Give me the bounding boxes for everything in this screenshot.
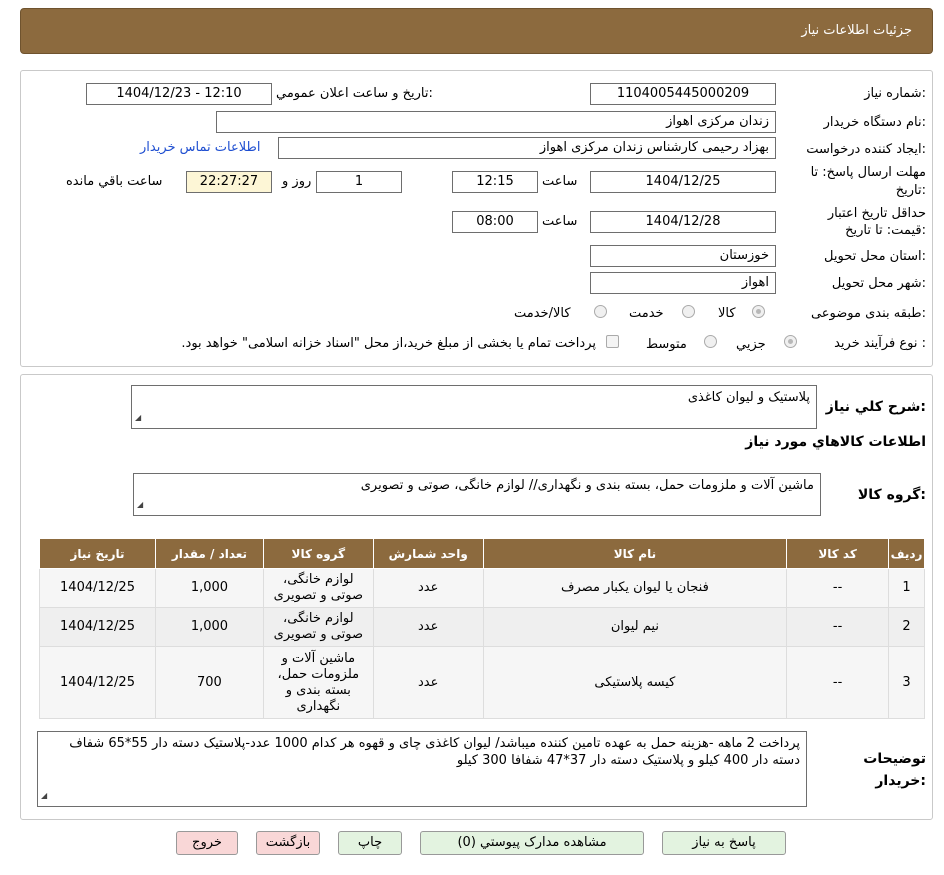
goods-group-textarea[interactable]: ماشین آلات و ملزومات حمل، بسته بندی و نگ… xyxy=(133,473,821,516)
buyer-notes-label: توضیحات خریدار: xyxy=(863,751,926,789)
city-label: شهر محل تحویل: xyxy=(831,276,926,291)
description-textarea[interactable]: پلاستیک و لیوان کاغذی ◢ xyxy=(131,385,817,429)
page-header: جزئیات اطلاعات نیاز xyxy=(20,8,933,54)
cell-date: 1404/12/25 xyxy=(39,607,156,647)
col-header-row-no: رديف xyxy=(888,538,925,569)
print-button[interactable]: چاپ xyxy=(338,831,402,855)
page-title: جزئیات اطلاعات نیاز xyxy=(801,23,912,38)
need-number-field: 1104005445000209 xyxy=(590,83,776,105)
goods-table: رديف کد کالا نام کالا واحد شمارش گروه کا… xyxy=(39,538,925,719)
category-option-service: خدمت xyxy=(629,306,664,321)
back-button[interactable]: بازگشت xyxy=(256,831,320,855)
cell-name: کیسه پلاستیکی xyxy=(482,646,788,719)
announce-label: تاریخ و ساعت اعلان عمومي: xyxy=(276,86,433,101)
city-field: اهواز xyxy=(590,272,776,294)
process-option-medium: متوسط xyxy=(646,337,687,352)
validity-time-label: ساعت xyxy=(542,214,578,229)
province-label: استان محل تحویل: xyxy=(824,249,926,264)
cell-qty: 1,000 xyxy=(155,568,264,608)
table-row: 3 -- کیسه پلاستیکی عدد ماشین آلات و ملزو… xyxy=(39,646,925,719)
contact-buyer-link[interactable]: اطلاعات تماس خریدار xyxy=(140,140,260,155)
announce-field: 1404/12/23 - 12:10 xyxy=(86,83,272,105)
col-header-group: گروه کالا xyxy=(262,538,374,569)
category-option-goods: کالا xyxy=(718,306,736,321)
cell-unit: عدد xyxy=(372,607,484,647)
category-radio-goods[interactable] xyxy=(752,305,765,318)
goods-group-label: گروه کالا: xyxy=(857,487,926,503)
deadline-date-field: 1404/12/25 xyxy=(590,171,776,193)
col-header-name: نام کالا xyxy=(482,538,788,569)
cell-row-no: 3 xyxy=(888,646,925,719)
payment-note: پرداخت تمام یا بخشی از مبلغ خرید،از محل … xyxy=(181,336,596,351)
resize-handle-icon[interactable]: ◢ xyxy=(137,496,143,513)
goods-section-title: اطلاعات کالاهاي مورد نياز xyxy=(745,434,926,450)
cell-code: -- xyxy=(786,568,890,608)
validity-time-field: 08:00 xyxy=(452,211,538,233)
table-header-row: رديف کد کالا نام کالا واحد شمارش گروه کا… xyxy=(39,538,925,569)
process-radio-minor[interactable] xyxy=(784,335,797,348)
cell-group: ماشین آلات و ملزومات حمل، بسته بندی و نگ… xyxy=(262,646,374,719)
buyer-org-label: نام دستگاه خریدار: xyxy=(823,115,926,130)
reply-button[interactable]: پاسخ به نياز xyxy=(662,831,786,855)
deadline-time-label: ساعت xyxy=(542,174,578,189)
category-radio-goods-service[interactable] xyxy=(594,305,607,318)
cell-qty: 700 xyxy=(155,646,264,719)
process-radio-medium[interactable] xyxy=(704,335,717,348)
process-option-minor: جزيي xyxy=(736,337,766,352)
category-label: طبقه بندی موضوعی: xyxy=(810,306,926,321)
buyer-org-field: زندان مرکزی اهواز xyxy=(216,111,776,133)
creator-field: بهزاد رحیمی کارشناس زندان مرکزی اهواز xyxy=(278,137,776,159)
deadline-label: مهلت ارسال پاسخ: تا تاریخ: xyxy=(810,165,926,198)
description-label: شرح کلي نياز: xyxy=(825,399,926,415)
days-remaining-field: 1 xyxy=(316,171,402,193)
deadline-time-field: 12:15 xyxy=(452,171,538,193)
remaining-time-field: 22:27:27 xyxy=(186,171,272,193)
col-header-unit: واحد شمارش xyxy=(372,538,484,569)
col-header-date: تاريخ نياز xyxy=(39,538,156,569)
exit-button[interactable]: خروج xyxy=(176,831,238,855)
cell-qty: 1,000 xyxy=(155,607,264,647)
cell-unit: عدد xyxy=(372,568,484,608)
resize-handle-icon[interactable]: ◢ xyxy=(135,409,141,426)
category-option-goods-service: کالا/خدمت xyxy=(514,306,571,321)
cell-code: -- xyxy=(786,607,890,647)
validity-label: حداقل تاريخ اعتبار قیمت: تا تاریخ: xyxy=(827,206,926,238)
cell-name: نیم لیوان xyxy=(482,607,788,647)
cell-date: 1404/12/25 xyxy=(39,568,156,608)
cell-group: لوازم خانگی، صوتی و تصویری xyxy=(262,607,374,647)
table-row: 1 -- فنجان یا لیوان یکبار مصرف عدد لوازم… xyxy=(39,568,925,608)
treasury-checkbox[interactable] xyxy=(606,335,619,348)
process-label: نوع فرآیند خرید : xyxy=(834,336,926,351)
cell-date: 1404/12/25 xyxy=(39,646,156,719)
view-attachments-button[interactable]: مشاهده مدارک پیوستي (0) xyxy=(420,831,644,855)
province-field: خوزستان xyxy=(590,245,776,267)
cell-row-no: 2 xyxy=(888,607,925,647)
buyer-notes-textarea[interactable]: پرداخت 2 ماهه -هزینه حمل به عهده تامین ک… xyxy=(37,731,807,807)
creator-label: ایجاد کننده درخواست: xyxy=(806,142,926,157)
cell-unit: عدد xyxy=(372,646,484,719)
cell-name: فنجان یا لیوان یکبار مصرف xyxy=(482,568,788,608)
category-radio-service[interactable] xyxy=(682,305,695,318)
col-header-code: کد کالا xyxy=(786,538,890,569)
col-header-qty: تعداد / مقدار xyxy=(155,538,264,569)
cell-group: لوازم خانگی، صوتی و تصویری xyxy=(262,568,374,608)
cell-row-no: 1 xyxy=(888,568,925,608)
resize-handle-icon[interactable]: ◢ xyxy=(41,787,47,804)
cell-code: -- xyxy=(786,646,890,719)
validity-date-field: 1404/12/28 xyxy=(590,211,776,233)
table-row: 2 -- نیم لیوان عدد لوازم خانگی، صوتی و ت… xyxy=(39,607,925,647)
remaining-suffix-label: ساعت باقي مانده xyxy=(66,174,163,189)
need-number-label: شماره نیاز: xyxy=(864,86,926,101)
day-and-label: روز و xyxy=(282,174,312,189)
